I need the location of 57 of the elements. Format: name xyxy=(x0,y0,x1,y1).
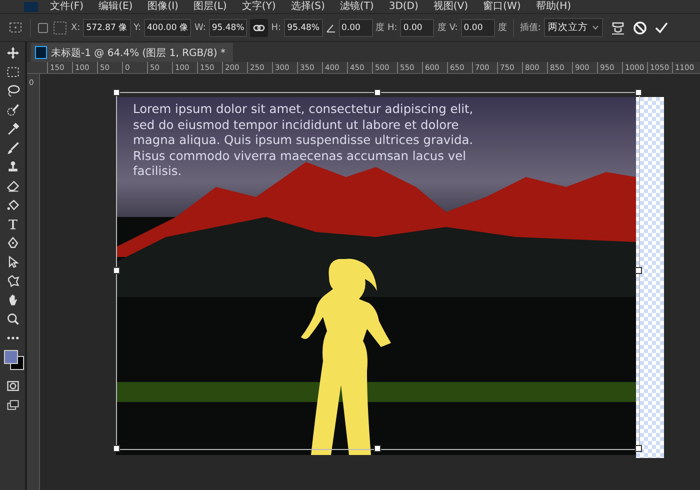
menu-item[interactable]: 滤镜(T) xyxy=(340,0,374,13)
brush-icon[interactable] xyxy=(6,141,20,155)
canvas-text: Lorem ipsum dolor sit amet, consectetur adipiscing elit, sed do eiusmod tempor incididunt ut labore et dolore magna aliqua. Quis ipsum suspendisse ultrices gravida. Risus commodo viverra maecenas accumsan lacus vel facilisis. xyxy=(133,102,474,180)
eyedropper-icon[interactable] xyxy=(6,122,20,136)
type-icon[interactable] xyxy=(6,217,20,231)
input-field[interactable]: 0.00 xyxy=(338,18,373,36)
menu-item[interactable]: 帮助(H) xyxy=(536,0,572,13)
input-field[interactable]: 95.48% xyxy=(284,18,323,36)
menu-item[interactable]: 选择(S) xyxy=(290,0,325,13)
menu-item[interactable]: 文字(Y) xyxy=(242,0,276,13)
unit-label: 度 xyxy=(498,22,507,34)
zoom-icon[interactable] xyxy=(6,312,20,326)
commit-check-icon[interactable] xyxy=(654,20,668,34)
field-label: W: xyxy=(194,22,206,32)
unit-label: 度 xyxy=(376,22,385,34)
document-icon xyxy=(35,46,47,59)
caret-icon xyxy=(592,25,599,30)
menu-item[interactable]: 图像(I) xyxy=(148,0,178,13)
shape-icon[interactable] xyxy=(6,274,20,288)
document-tab[interactable]: 未标题-1 @ 64.4% (图层 1, RGB/8) * xyxy=(31,43,234,62)
field-label: X: xyxy=(71,22,80,32)
move-icon[interactable] xyxy=(6,46,20,60)
angle-icon xyxy=(326,22,336,32)
checkbox-icon[interactable] xyxy=(37,22,49,34)
input-field[interactable]: 0.00 xyxy=(460,18,495,36)
link-icon[interactable] xyxy=(250,18,268,36)
interpolation-dropdown[interactable]: 两次立方 xyxy=(544,18,603,37)
screen-mode-icon[interactable] xyxy=(6,398,20,412)
marquee-icon[interactable] xyxy=(6,65,20,79)
field-label: Y: xyxy=(134,22,141,32)
field-label: H: xyxy=(271,22,282,32)
warp-icon[interactable] xyxy=(610,20,626,36)
field-label: 插值: xyxy=(520,22,541,34)
field-label: V: xyxy=(449,22,458,32)
pen-icon[interactable] xyxy=(6,236,20,250)
mask-icon[interactable] xyxy=(6,379,20,393)
eraser-icon[interactable] xyxy=(6,179,20,193)
menu-item[interactable]: 图层(L) xyxy=(193,0,227,13)
menu-item[interactable]: 3D(D) xyxy=(388,0,418,13)
stamp-icon[interactable] xyxy=(6,160,20,174)
input-field[interactable]: 0.00 xyxy=(400,18,434,36)
reference-point-icon[interactable] xyxy=(8,20,24,34)
reference-grid-icon[interactable] xyxy=(52,20,68,34)
input-field[interactable]: 572.87 像 xyxy=(83,18,131,36)
cancel-icon[interactable] xyxy=(632,20,647,34)
menu-item[interactable]: 视图(V) xyxy=(433,0,468,13)
input-field[interactable]: 400.00 像 xyxy=(144,18,192,36)
lasso-icon[interactable] xyxy=(6,84,20,98)
paint-bucket-icon[interactable] xyxy=(6,198,20,212)
unit-label: 度 xyxy=(437,22,446,34)
app-logo-icon xyxy=(24,2,38,12)
quick-selection-icon[interactable] xyxy=(6,103,20,117)
menu-item[interactable]: 编辑(E) xyxy=(98,0,133,13)
field-label: H: xyxy=(388,22,398,32)
input-field[interactable]: 95.48% xyxy=(208,18,248,36)
menu-item[interactable]: 窗口(W) xyxy=(483,0,521,13)
menu-item[interactable]: 文件(F) xyxy=(50,0,84,13)
